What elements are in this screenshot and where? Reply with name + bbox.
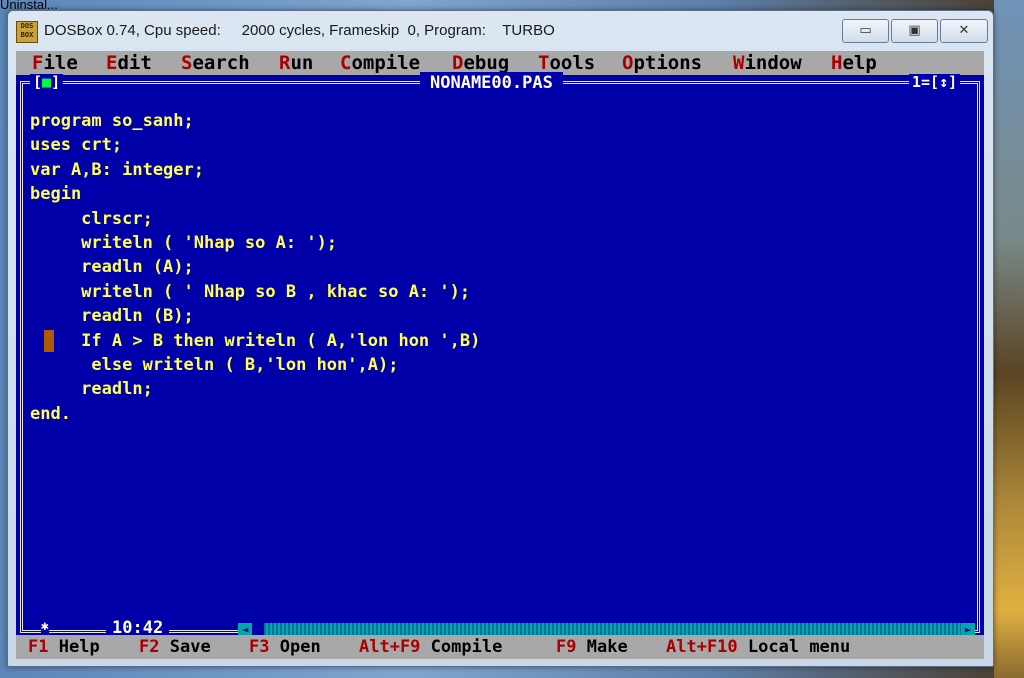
status-help[interactable]: F1 Help [28,635,100,659]
status-local-menu[interactable]: Alt+F10 Local menu [666,635,850,659]
code-line: end. [30,403,71,424]
menu-help[interactable]: Help [831,51,877,75]
menu-search[interactable]: Search [181,51,250,75]
code-line: writeln ( 'Nhap so A: '); [30,233,338,254]
code-line: var A,B: integer; [30,159,204,180]
editor-window-number[interactable]: 1=[↕] [909,74,961,90]
code-line: If A > B then writeln ( A,'lon hon ',B) [30,330,481,351]
menu-options[interactable]: Options [622,51,702,75]
code-line: clrscr; [30,208,153,229]
code-line: uses crt; [30,135,123,156]
menu-window[interactable]: Window [733,51,802,75]
menu-run[interactable]: Run [279,51,313,75]
status-bar: F1 Help F2 Save F3 Open Alt+F9 Compile F… [16,635,984,659]
code-line: readln (A); [30,257,194,278]
editor-filename: NONAME00.PAS [420,72,563,94]
code-line: else writeln ( B,'lon hon',A); [30,355,399,376]
dosbox-icon[interactable]: DOS BOX [16,21,38,43]
code-line: begin [30,184,82,205]
text-cursor [44,330,54,352]
minimize-button[interactable]: ▭ [842,19,889,43]
editor-close-box[interactable]: [■] [30,74,64,90]
code-line: writeln ( ' Nhap so B , khac so A: '); [30,281,471,302]
menu-file[interactable]: File [32,51,78,75]
dosbox-window: DOS BOX DOSBox 0.74, Cpu speed: 2000 cyc… [7,10,994,667]
close-button[interactable]: ✕ [940,19,988,43]
menu-edit[interactable]: Edit [106,51,152,75]
dos-screen: File Edit Search Run Compile Debug Tools… [16,51,984,659]
code-editor[interactable]: program so_sanh;uses crt; var A,B: intege… [30,109,480,426]
code-line: readln (B); [30,306,194,327]
maximize-button[interactable]: ▣ [891,19,938,43]
modified-indicator-icon: ✱ [41,619,49,634]
status-save[interactable]: F2 Save [139,635,211,659]
code-line: readln; [30,379,153,400]
status-compile[interactable]: Alt+F9 Compile [359,635,502,659]
menu-compile[interactable]: Compile [340,51,420,75]
window-titlebar[interactable]: DOS BOX DOSBox 0.74, Cpu speed: 2000 cyc… [8,11,993,51]
desktop-wallpaper [994,0,1024,678]
window-title: DOSBox 0.74, Cpu speed: 2000 cycles, Fra… [44,22,555,39]
code-line: program so_sanh; [30,111,194,131]
status-make[interactable]: F9 Make [556,635,628,659]
status-open[interactable]: F3 Open [249,635,321,659]
